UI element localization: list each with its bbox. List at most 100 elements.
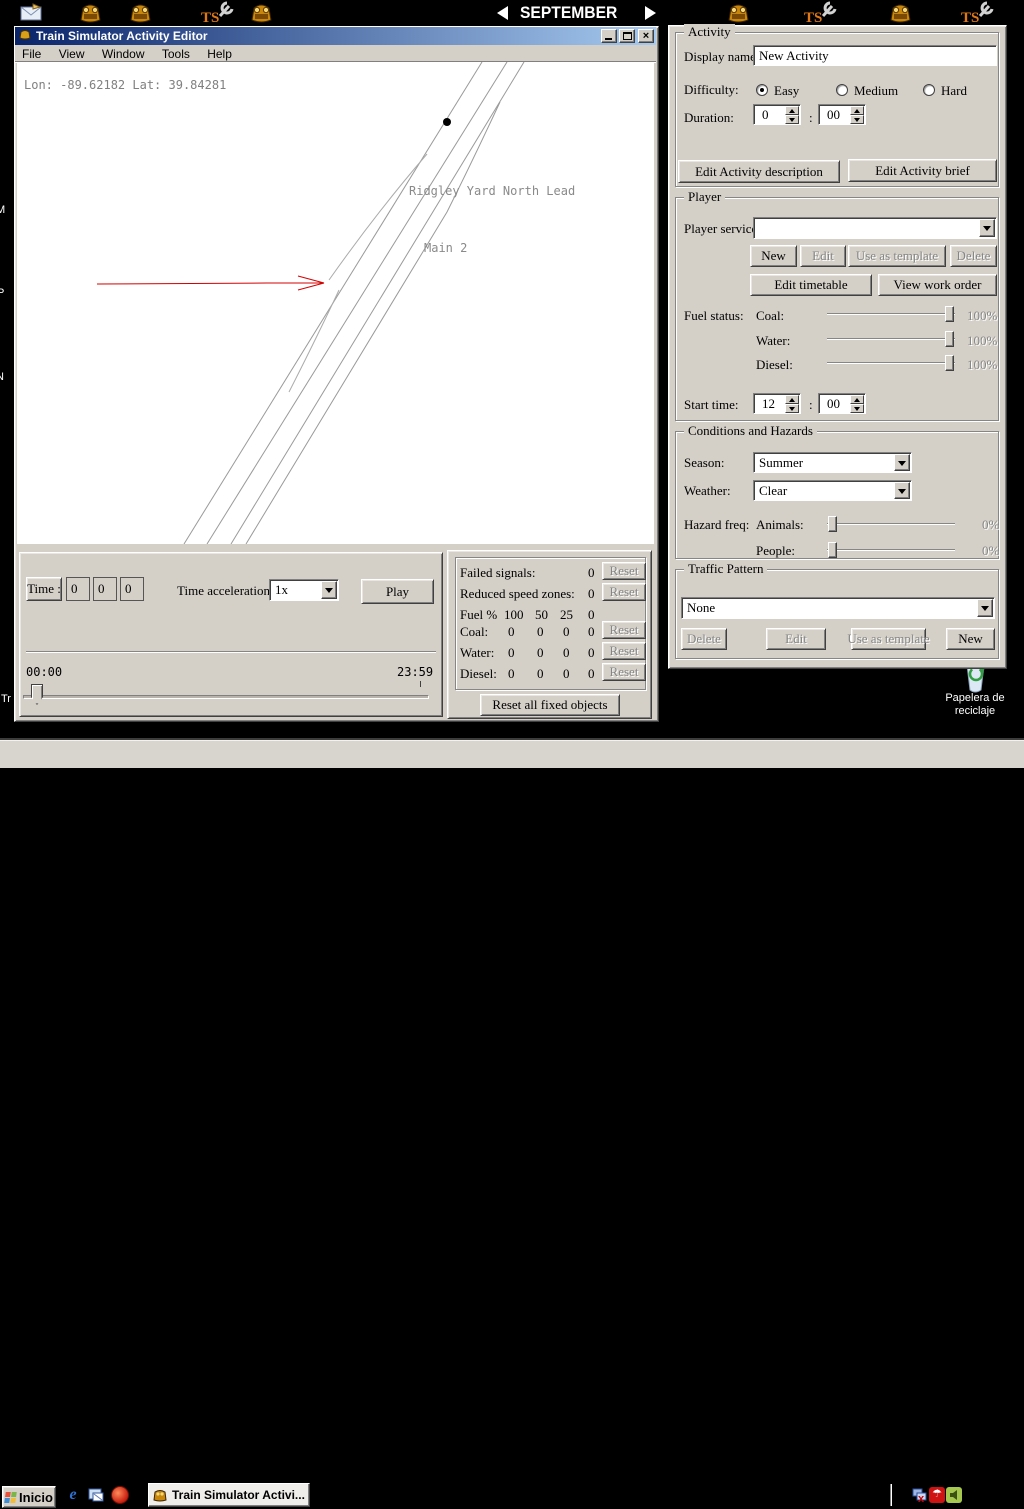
traffic-new-button[interactable]: New bbox=[946, 628, 995, 650]
volume-icon[interactable] bbox=[946, 1487, 962, 1508]
player-delete-button[interactable]: Delete bbox=[950, 245, 997, 267]
water-slider[interactable] bbox=[827, 331, 955, 347]
traffic-pattern-dropdown[interactable]: None bbox=[681, 597, 995, 619]
difficulty-easy-radio[interactable] bbox=[756, 84, 768, 96]
animals-slider[interactable] bbox=[827, 516, 955, 532]
reset-reduced-speed-button[interactable]: Reset bbox=[602, 583, 646, 601]
reset-coal-button[interactable]: Reset bbox=[602, 621, 646, 639]
edit-activity-description-button[interactable]: Edit Activity description bbox=[678, 160, 840, 183]
spin-up-icon[interactable] bbox=[850, 395, 864, 404]
tray-collapse-icon[interactable]: « bbox=[897, 1488, 904, 1502]
window-title: Train Simulator Activity Editor bbox=[36, 29, 599, 43]
start-minutes-spinner[interactable]: 00 bbox=[818, 393, 866, 414]
time-minutes-box[interactable]: 0 bbox=[93, 577, 117, 601]
route-map-canvas[interactable]: Lon: -89.62182 Lat: 39.84281 Ridgley Yar… bbox=[17, 62, 654, 544]
diesel-slider-thumb[interactable] bbox=[945, 355, 954, 371]
menu-help[interactable]: Help bbox=[200, 45, 239, 61]
activity-tool-panel: Activity Display name: Difficulty: Easy … bbox=[668, 25, 1007, 669]
traffic-edit-button[interactable]: Edit bbox=[766, 628, 826, 650]
chevron-down-icon[interactable] bbox=[977, 599, 993, 617]
activity-group: Activity Display name: Difficulty: Easy … bbox=[675, 32, 999, 187]
spin-down-icon[interactable] bbox=[785, 115, 799, 124]
diesel-slider[interactable] bbox=[827, 355, 955, 371]
traffic-delete-button[interactable]: Delete bbox=[681, 628, 727, 650]
reset-water-button[interactable]: Reset bbox=[602, 642, 646, 660]
play-button[interactable]: Play bbox=[361, 579, 434, 604]
start-button[interactable]: Inicio bbox=[2, 1486, 56, 1508]
player-edit-button[interactable]: Edit bbox=[800, 245, 846, 267]
time-button[interactable]: Time : bbox=[26, 577, 62, 601]
weather-dropdown[interactable]: Clear bbox=[753, 480, 912, 501]
chevron-down-icon[interactable] bbox=[979, 219, 995, 237]
calendar-next-icon[interactable] bbox=[645, 6, 656, 20]
duration-minutes-spinner[interactable]: 00 bbox=[818, 104, 866, 125]
pointer-arrow-icon bbox=[97, 276, 324, 290]
player-use-as-template-button[interactable]: Use as template bbox=[848, 245, 946, 267]
chevron-down-icon[interactable] bbox=[321, 581, 337, 599]
water-slider-thumb[interactable] bbox=[945, 331, 954, 347]
spin-down-icon[interactable] bbox=[850, 115, 864, 124]
coal-slider[interactable] bbox=[827, 306, 955, 322]
menu-file[interactable]: File bbox=[15, 45, 48, 61]
calendar-month-title: SEPTEMBER bbox=[520, 3, 617, 23]
calendar-prev-icon[interactable] bbox=[497, 6, 508, 20]
desktop-label-fragment: Tr bbox=[1, 693, 11, 705]
start-hours-spinner[interactable]: 12 bbox=[753, 393, 801, 414]
maximize-icon[interactable] bbox=[619, 29, 635, 43]
duration-hours-value: 0 bbox=[762, 107, 769, 123]
time-hours-box[interactable]: 0 bbox=[66, 577, 90, 601]
menu-tools[interactable]: Tools bbox=[155, 45, 197, 61]
display-name-input[interactable] bbox=[753, 45, 997, 66]
traffic-use-as-template-button[interactable]: Use as template bbox=[851, 628, 926, 650]
view-work-order-button[interactable]: View work order bbox=[878, 274, 997, 296]
player-service-dropdown[interactable] bbox=[753, 217, 997, 239]
difficulty-label: Difficulty: bbox=[684, 82, 739, 98]
antivirus-umbrella-icon[interactable]: ☂ bbox=[929, 1487, 945, 1503]
quick-launch-browser-icon[interactable] bbox=[111, 1486, 129, 1504]
duration-hours-spinner[interactable]: 0 bbox=[753, 104, 801, 125]
traffic-group-title: Traffic Pattern bbox=[684, 561, 767, 577]
spin-up-icon[interactable] bbox=[850, 106, 864, 115]
people-slider-thumb[interactable] bbox=[828, 542, 837, 558]
timeline-slider-track[interactable] bbox=[23, 695, 429, 699]
internet-explorer-icon[interactable]: e bbox=[64, 1486, 82, 1504]
player-new-button[interactable]: New bbox=[750, 245, 797, 267]
recycle-bin-label[interactable]: Papelera de reciclaje bbox=[925, 692, 1024, 718]
difficulty-hard-radio[interactable] bbox=[923, 84, 935, 96]
time-seconds-box[interactable]: 0 bbox=[120, 577, 144, 601]
reset-all-fixed-objects-button[interactable]: Reset all fixed objects bbox=[480, 694, 620, 716]
animals-slider-thumb[interactable] bbox=[828, 516, 837, 532]
network-status-icon[interactable]: x bbox=[912, 1487, 928, 1508]
spin-up-icon[interactable] bbox=[785, 106, 799, 115]
chevron-down-icon[interactable] bbox=[894, 482, 910, 499]
chevron-down-icon[interactable] bbox=[894, 454, 910, 471]
edit-timetable-button[interactable]: Edit timetable bbox=[750, 274, 872, 296]
season-dropdown[interactable]: Summer bbox=[753, 452, 912, 473]
time-acceleration-dropdown[interactable]: 1x bbox=[269, 579, 339, 601]
status-group: Failed signals: 0 Reset Reduced speed zo… bbox=[455, 557, 646, 690]
tray-clock[interactable]: 1:02 AM bbox=[964, 1489, 1004, 1501]
svg-text:x: x bbox=[918, 1493, 925, 1503]
close-icon[interactable]: × bbox=[638, 29, 654, 43]
spin-down-icon[interactable] bbox=[785, 404, 799, 413]
task-button-train-simulator[interactable]: Train Simulator Activi... bbox=[148, 1483, 310, 1507]
people-slider[interactable] bbox=[827, 542, 955, 558]
show-desktop-icon[interactable] bbox=[87, 1486, 105, 1504]
mail-icon[interactable] bbox=[20, 2, 42, 28]
reset-failed-signals-button[interactable]: Reset bbox=[602, 562, 646, 580]
duration-label: Duration: bbox=[684, 110, 734, 126]
spin-down-icon[interactable] bbox=[850, 404, 864, 413]
reduced-speed-zones-label: Reduced speed zones: bbox=[460, 586, 575, 602]
title-bar[interactable]: Train Simulator Activity Editor × bbox=[15, 27, 656, 45]
quick-launch-overflow-icon[interactable]: » bbox=[135, 1487, 142, 1501]
edit-activity-brief-button[interactable]: Edit Activity brief bbox=[848, 159, 997, 182]
difficulty-medium-radio[interactable] bbox=[836, 84, 848, 96]
menu-view[interactable]: View bbox=[52, 45, 92, 61]
task-button-label: Train Simulator Activi... bbox=[172, 1488, 305, 1502]
coal-slider-thumb[interactable] bbox=[945, 306, 954, 322]
reset-diesel-button[interactable]: Reset bbox=[602, 663, 646, 681]
minimize-icon[interactable] bbox=[601, 29, 617, 43]
spin-up-icon[interactable] bbox=[785, 395, 799, 404]
menu-window[interactable]: Window bbox=[95, 45, 152, 61]
timeline-slider-thumb[interactable] bbox=[31, 684, 43, 705]
